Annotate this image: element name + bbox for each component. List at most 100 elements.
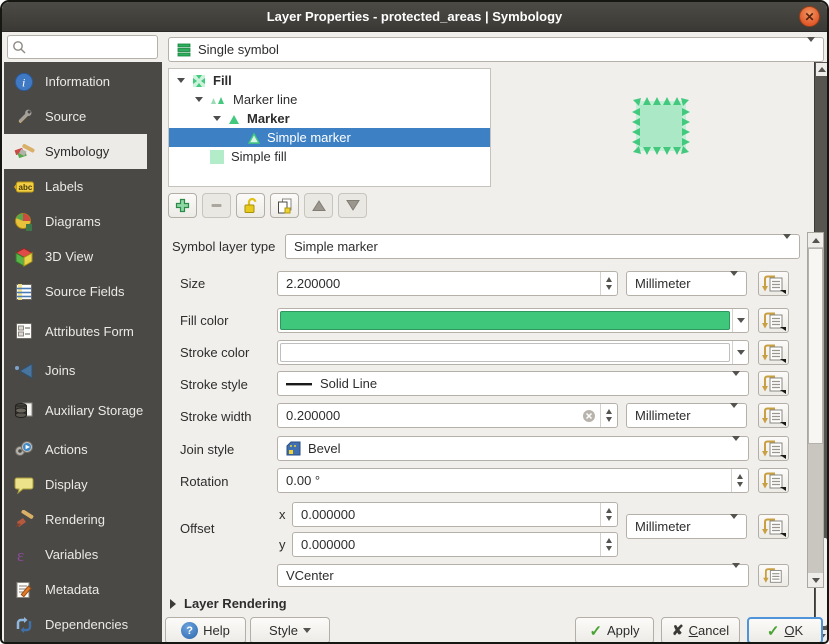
properties-scrollbar[interactable] xyxy=(807,232,824,588)
offset-x-input[interactable] xyxy=(292,502,618,527)
chevron-down-icon xyxy=(732,376,740,391)
data-defined-icon xyxy=(761,273,787,294)
expand-icon[interactable] xyxy=(177,78,185,83)
svg-text:abc: abc xyxy=(19,183,33,192)
duplicate-symbol-layer-button[interactable] xyxy=(270,193,299,218)
offset-data-defined-override-button[interactable] xyxy=(758,514,789,539)
tree-item-simple-fill[interactable]: Simple fill xyxy=(169,147,490,166)
move-up-button[interactable] xyxy=(304,193,333,218)
marker-line-icon xyxy=(209,94,227,106)
fill-color-swatch xyxy=(280,311,730,330)
sidebar-item-source[interactable]: Source xyxy=(4,99,147,134)
sidebar-item-display[interactable]: Display xyxy=(4,467,147,502)
renderer-select[interactable]: Single symbol xyxy=(168,37,824,62)
stroke-width-label: Stroke width xyxy=(180,409,252,424)
add-symbol-layer-button[interactable] xyxy=(168,193,197,218)
lock-color-button[interactable] xyxy=(236,193,265,218)
data-defined-icon xyxy=(761,405,787,426)
spinner-buttons[interactable] xyxy=(600,404,617,427)
sidebar-item-metadata[interactable]: Metadata xyxy=(4,572,147,607)
join-arrow-icon xyxy=(12,360,36,382)
symbol-layer-type-select[interactable]: Simple marker xyxy=(285,234,800,259)
offset-unit-select[interactable]: Millimeter xyxy=(626,514,747,539)
sidebar-item-3d-view[interactable]: 3D View xyxy=(4,239,147,274)
layer-rendering-section[interactable]: Layer Rendering xyxy=(170,596,287,611)
search-input[interactable] xyxy=(27,40,145,54)
tree-item-marker[interactable]: Marker xyxy=(169,109,490,128)
rotation-input[interactable] xyxy=(277,468,749,493)
cancel-button[interactable]: ✘ Cancel xyxy=(661,617,740,644)
join-style-select[interactable]: Bevel xyxy=(277,436,749,461)
stroke-color-data-defined-override-button[interactable] xyxy=(758,340,789,365)
tree-item-fill[interactable]: Fill xyxy=(169,71,490,90)
chevron-down-icon[interactable] xyxy=(732,341,748,364)
fill-color-button[interactable] xyxy=(277,308,749,333)
apply-button[interactable]: ✓ Apply xyxy=(575,617,654,644)
expand-icon[interactable] xyxy=(213,116,221,121)
stroke-color-label: Stroke color xyxy=(180,345,249,360)
sidebar-item-joins[interactable]: Joins xyxy=(4,353,147,388)
size-unit-select[interactable]: Millimeter xyxy=(626,271,747,296)
spinner-buttons[interactable] xyxy=(600,533,617,556)
size-input[interactable] xyxy=(277,271,618,296)
join-style-label: Join style xyxy=(180,442,234,457)
style-button[interactable]: Style xyxy=(250,617,330,644)
sidebar-item-variables[interactable]: ε Variables xyxy=(4,537,147,572)
sidebar-item-labels[interactable]: abc Labels xyxy=(4,169,147,204)
sidebar-item-source-fields[interactable]: Source Fields xyxy=(4,274,147,309)
size-data-defined-override-button[interactable] xyxy=(758,271,789,296)
marker-icon xyxy=(227,113,241,125)
title-bar[interactable]: Layer Properties - protected_areas | Sym… xyxy=(2,2,827,32)
help-button[interactable]: ? Help xyxy=(165,617,246,644)
search-box[interactable] xyxy=(7,35,158,59)
wrench-icon xyxy=(12,106,36,128)
tree-item-marker-line[interactable]: Marker line xyxy=(169,90,490,109)
scrollbar-thumb[interactable] xyxy=(808,248,823,444)
open-lock-icon xyxy=(242,197,259,214)
stroke-width-input[interactable] xyxy=(277,403,618,428)
offset-y-input[interactable] xyxy=(292,532,618,557)
stroke-style-select[interactable]: Solid Line xyxy=(277,371,749,396)
move-down-button[interactable] xyxy=(338,193,367,218)
duplicate-icon xyxy=(276,197,293,214)
stroke-style-label: Stroke style xyxy=(180,377,248,392)
join-style-data-defined-override-button[interactable] xyxy=(758,436,789,461)
expand-icon[interactable] xyxy=(195,97,203,102)
stroke-style-data-defined-override-button[interactable] xyxy=(758,371,789,396)
help-icon: ? xyxy=(181,622,198,639)
spinner-buttons[interactable] xyxy=(600,272,617,295)
sidebar-item-information[interactable]: i Information xyxy=(4,64,147,99)
close-icon[interactable]: ✕ xyxy=(799,6,820,27)
stroke-width-data-defined-override-button[interactable] xyxy=(758,403,789,428)
sidebar-item-diagrams[interactable]: Diagrams xyxy=(4,204,147,239)
rotation-data-defined-override-button[interactable] xyxy=(758,468,789,493)
ok-button[interactable]: ✓ OK xyxy=(747,617,823,644)
sidebar-item-auxiliary-storage[interactable]: Auxiliary Storage xyxy=(4,388,147,432)
scroll-up-icon[interactable] xyxy=(808,233,823,247)
anchor-point-select[interactable]: VCenter xyxy=(277,564,749,587)
gear-action-icon xyxy=(12,439,36,461)
fill-color-data-defined-override-button[interactable] xyxy=(758,308,789,333)
spinner-buttons[interactable] xyxy=(600,503,617,526)
clear-icon[interactable] xyxy=(582,409,596,423)
chevron-down-icon[interactable] xyxy=(732,309,748,332)
scroll-down-icon[interactable] xyxy=(808,573,823,587)
sidebar-item-actions[interactable]: Actions xyxy=(4,432,147,467)
sidebar-item-symbology[interactable]: Symbology xyxy=(4,134,147,169)
spinner-buttons[interactable] xyxy=(731,469,748,492)
check-icon: ✓ xyxy=(767,622,780,640)
sidebar-item-dependencies[interactable]: Dependencies xyxy=(4,607,147,642)
stroke-color-button[interactable] xyxy=(277,340,749,365)
chevron-down-icon xyxy=(303,628,311,633)
stroke-width-unit-select[interactable]: Millimeter xyxy=(626,403,747,428)
chevron-down-icon xyxy=(732,441,740,456)
remove-symbol-layer-button[interactable] xyxy=(202,193,231,218)
chevron-down-icon xyxy=(730,519,738,534)
sidebar-item-attributes-form[interactable]: Attributes Form xyxy=(4,309,147,353)
data-defined-icon xyxy=(761,470,787,491)
scroll-up-icon[interactable] xyxy=(816,63,827,76)
sidebar-item-rendering[interactable]: Rendering xyxy=(4,502,147,537)
data-defined-icon xyxy=(761,373,787,394)
tree-item-simple-marker[interactable]: Simple marker xyxy=(169,128,490,147)
anchor-data-defined-override-button[interactable] xyxy=(758,564,789,587)
